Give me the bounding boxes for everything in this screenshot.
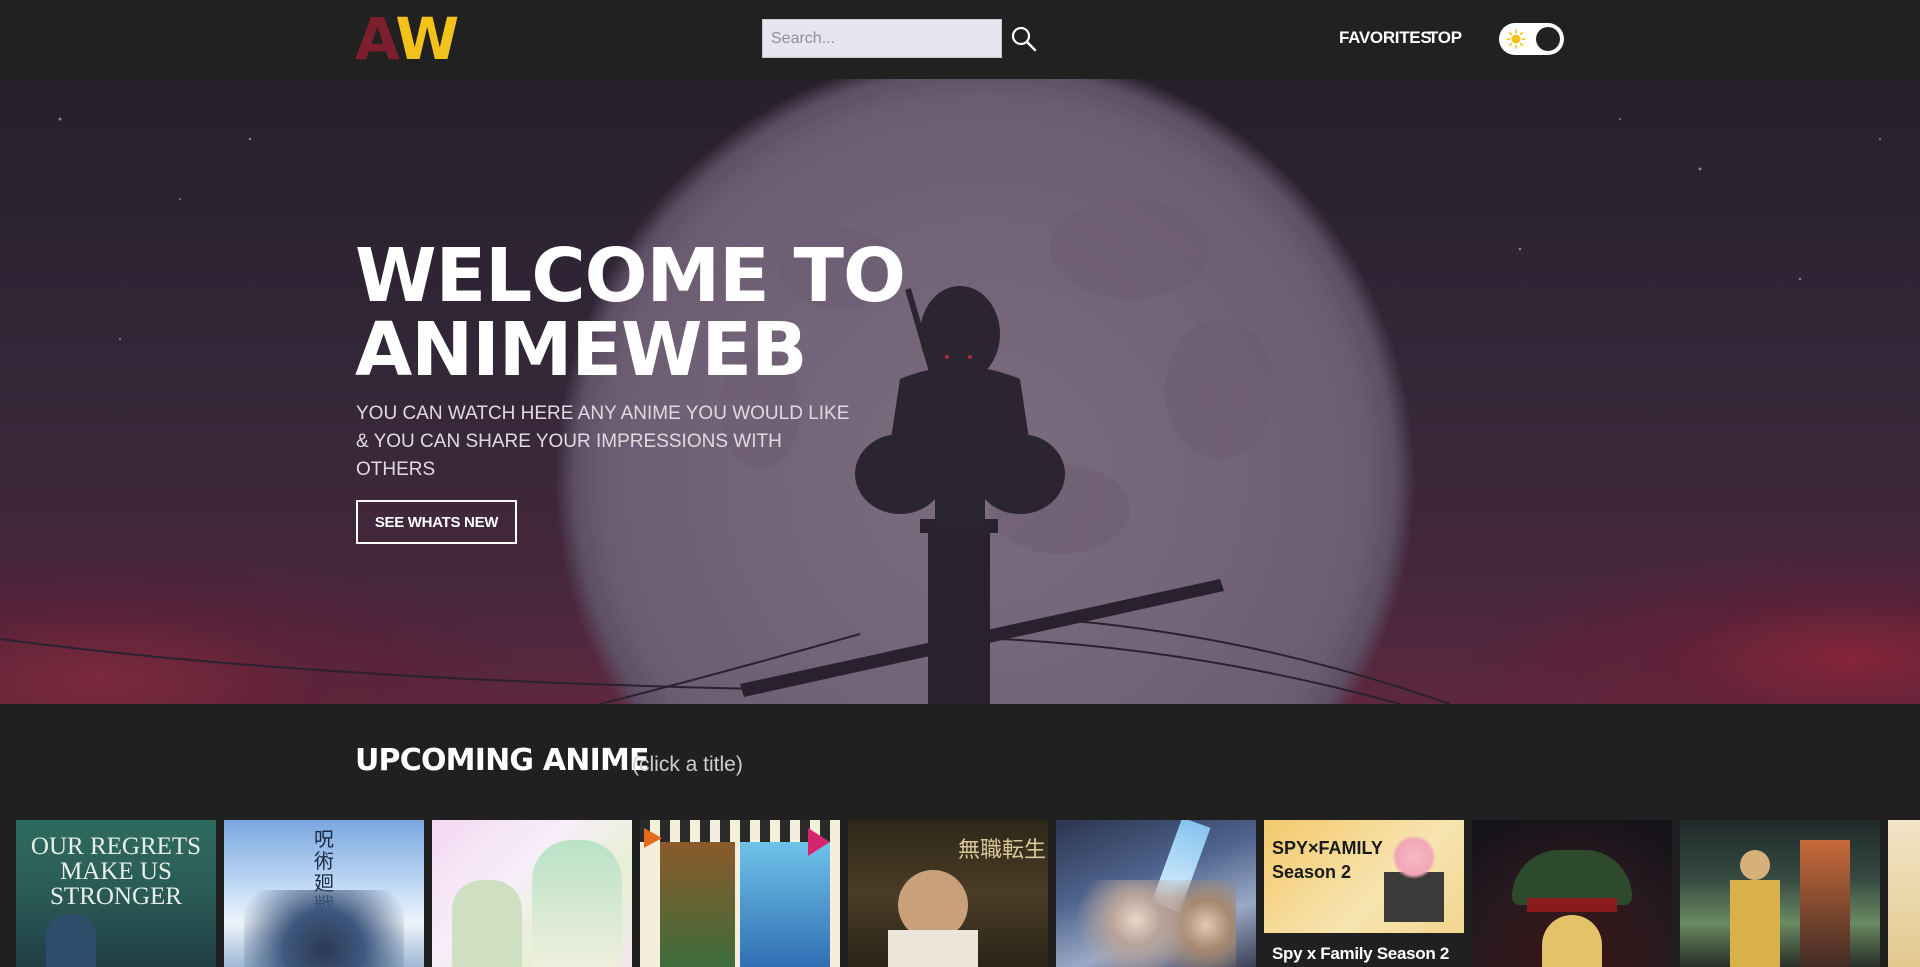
anime-card[interactable]	[432, 820, 632, 967]
hero-subtitle: YOU CAN WATCH HERE ANY ANIME YOU WOULD L…	[356, 403, 850, 480]
poster-figure	[1384, 832, 1444, 922]
logo-letter-a: A	[355, 5, 397, 73]
poster-figure	[1730, 880, 1780, 967]
anime-card[interactable]	[1888, 820, 1920, 967]
upcoming-anime-carousel: OUR REGRETS MAKE US STRONGER 呪術廻戦 無職転生 S…	[16, 820, 1920, 967]
hero-banner: WELCOME TO ANIMEWEB YOU CAN WATCH HERE A…	[0, 79, 1920, 704]
anime-card[interactable]	[1472, 820, 1672, 967]
poster-figure	[532, 840, 622, 967]
poster-figure	[1740, 850, 1770, 880]
play-icon	[808, 828, 830, 856]
poster-figure	[452, 880, 522, 967]
anime-card[interactable]	[1680, 820, 1880, 967]
hero-overlay	[0, 79, 1920, 704]
poster-figure	[1542, 915, 1602, 967]
anime-card[interactable]: 無職転生	[848, 820, 1048, 967]
poster-figure	[740, 842, 830, 967]
poster-title: OUR REGRETS MAKE US STRONGER	[30, 833, 202, 910]
nav-top[interactable]: TOP	[1428, 28, 1462, 48]
top-navbar: AW FAVORITES TOP	[0, 0, 1920, 79]
theme-toggle[interactable]	[1499, 23, 1564, 55]
toggle-knob	[1536, 27, 1560, 51]
poster-image: SPY×FAMILY Season 2	[1264, 820, 1464, 933]
upcoming-anime-title: UPCOMING ANIME	[355, 743, 650, 778]
anime-card-caption: Spy x Family Season 2	[1272, 944, 1450, 963]
poster-figure	[46, 915, 96, 967]
anime-card[interactable]	[640, 820, 840, 967]
upcoming-anime-hint: (click a title)	[632, 753, 743, 776]
logo-letter-w: W	[395, 5, 459, 73]
hero-title: WELCOME TO ANIMEWEB	[355, 233, 906, 393]
poster-figure	[1800, 840, 1850, 967]
poster-figure	[888, 930, 978, 967]
play-icon	[644, 828, 662, 848]
poster-title: SPY×FAMILY Season 2	[1272, 838, 1383, 882]
poster-figure	[244, 890, 404, 967]
anime-card[interactable]: OUR REGRETS MAKE US STRONGER	[16, 820, 216, 967]
search-input[interactable]	[762, 19, 1002, 58]
see-whats-new-button[interactable]: SEE WHATS NEW	[356, 500, 517, 544]
anime-card[interactable]	[1056, 820, 1256, 967]
poster-figure	[660, 842, 735, 967]
search-icon[interactable]	[1010, 25, 1038, 53]
site-logo[interactable]: AW	[355, 10, 459, 68]
poster-figure	[1527, 898, 1617, 912]
anime-card[interactable]: 呪術廻戦	[224, 820, 424, 967]
poster-title: 無職転生	[958, 838, 1047, 863]
nav-favorites[interactable]: FAVORITES	[1339, 28, 1432, 48]
poster-figure	[1512, 850, 1632, 905]
poster-figure	[1076, 880, 1236, 967]
sun-icon	[1506, 29, 1526, 49]
anime-card[interactable]: SPY×FAMILY Season 2 Spy x Family Season …	[1264, 820, 1464, 967]
